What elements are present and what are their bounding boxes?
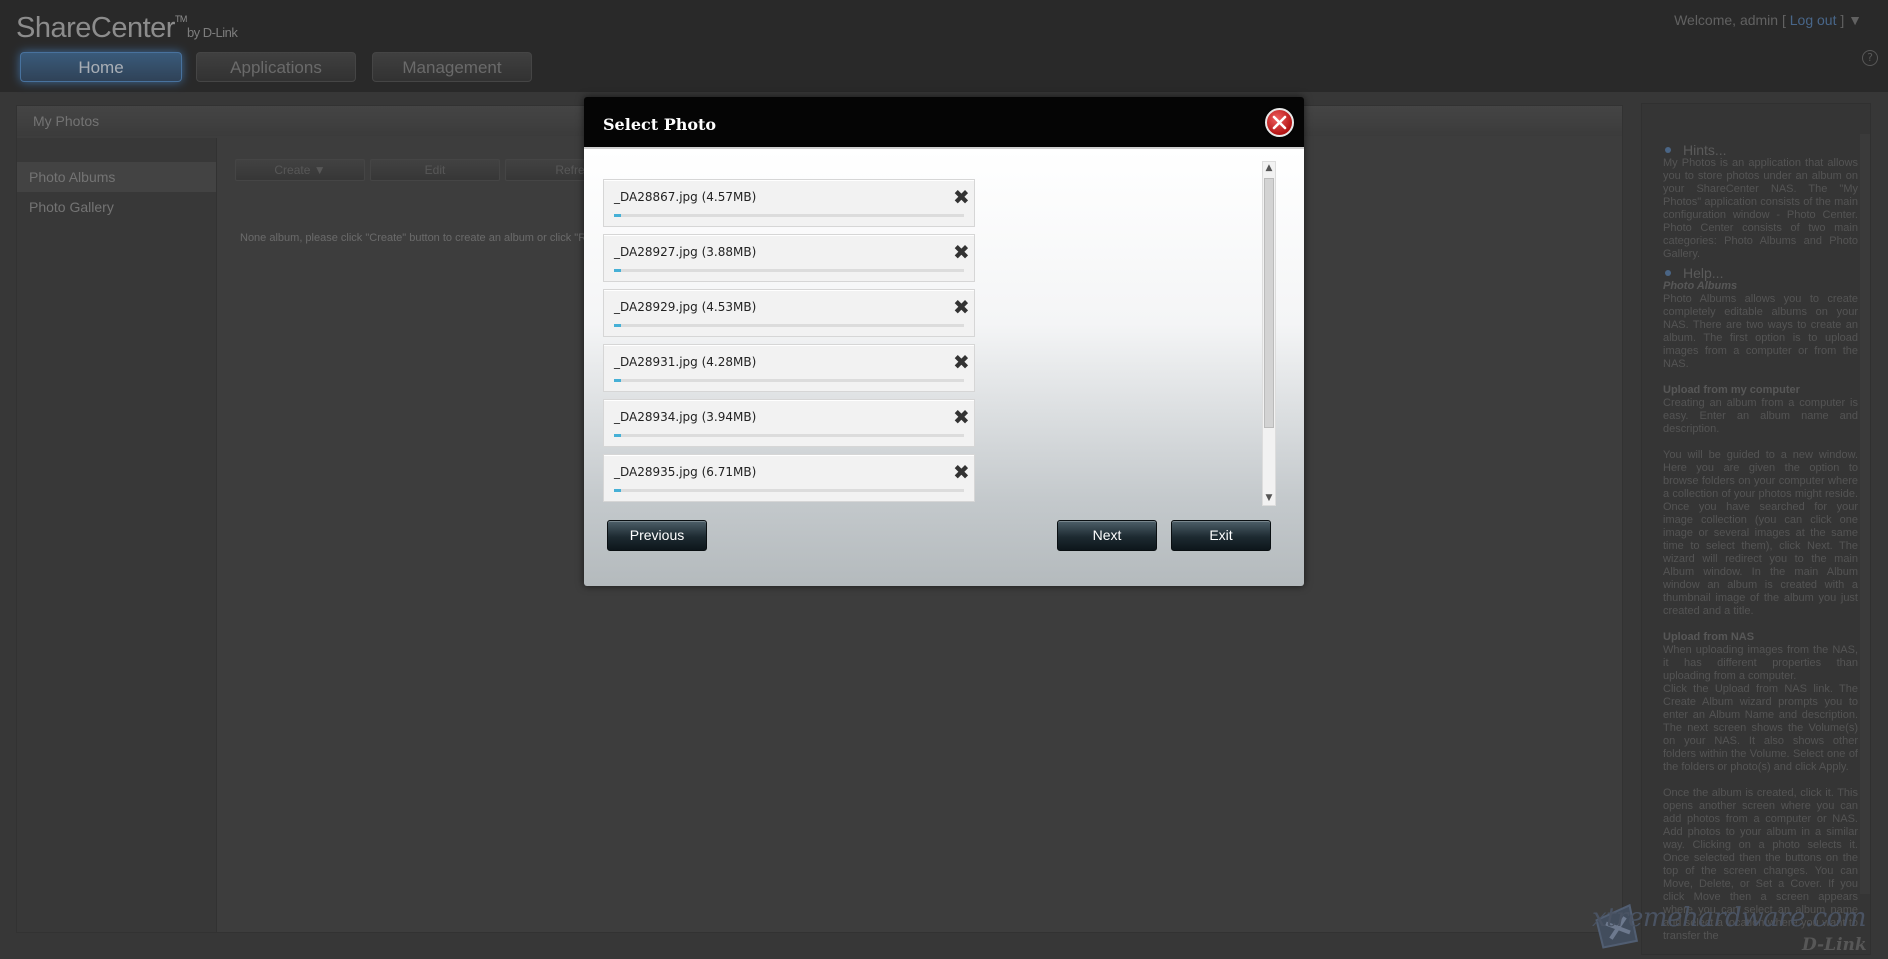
- upload-progress: [614, 214, 964, 217]
- upload-progress-fill: [614, 269, 621, 272]
- upload-progress-fill: [614, 324, 621, 327]
- upload-progress: [614, 379, 964, 382]
- scroll-down-icon[interactable]: ▼: [1263, 492, 1275, 505]
- upload-progress-fill: [614, 379, 621, 382]
- exit-button[interactable]: Exit: [1171, 520, 1271, 551]
- file-name: _DA28935.jpg (6.71MB): [614, 465, 757, 479]
- file-item: _DA28929.jpg (4.53MB) ✖: [603, 289, 975, 337]
- remove-file-icon[interactable]: ✖: [953, 297, 970, 317]
- scroll-up-icon[interactable]: ▲: [1263, 162, 1275, 175]
- remove-file-icon[interactable]: ✖: [953, 242, 970, 262]
- file-item: _DA28935.jpg (6.71MB) ✖: [603, 454, 975, 502]
- upload-progress: [614, 489, 964, 492]
- upload-progress: [614, 434, 964, 437]
- file-name: _DA28929.jpg (4.53MB): [614, 300, 757, 314]
- select-photo-dialog: Select Photo _DA28867.jpg (4.57MB) ✖ _DA…: [584, 97, 1304, 586]
- file-list-scrollbar[interactable]: ▲ ▼: [1262, 161, 1276, 506]
- close-icon: [1272, 115, 1287, 130]
- upload-progress-fill: [614, 214, 621, 217]
- upload-progress: [614, 324, 964, 327]
- remove-file-icon[interactable]: ✖: [953, 462, 970, 482]
- file-list: _DA28867.jpg (4.57MB) ✖ _DA28927.jpg (3.…: [603, 179, 975, 504]
- file-name: _DA28934.jpg (3.94MB): [614, 410, 757, 424]
- remove-file-icon[interactable]: ✖: [953, 407, 970, 427]
- scroll-thumb[interactable]: [1264, 178, 1274, 428]
- remove-file-icon[interactable]: ✖: [953, 187, 970, 207]
- file-item: _DA28931.jpg (4.28MB) ✖: [603, 344, 975, 392]
- upload-progress-fill: [614, 489, 621, 492]
- file-name: _DA28931.jpg (4.28MB): [614, 355, 757, 369]
- close-button[interactable]: [1265, 108, 1294, 137]
- file-item: _DA28867.jpg (4.57MB) ✖: [603, 179, 975, 227]
- previous-button[interactable]: Previous: [607, 520, 707, 551]
- dialog-title: Select Photo: [603, 115, 717, 134]
- next-button[interactable]: Next: [1057, 520, 1157, 551]
- file-name: _DA28927.jpg (3.88MB): [614, 245, 757, 259]
- file-name: _DA28867.jpg (4.57MB): [614, 190, 757, 204]
- upload-progress: [614, 269, 964, 272]
- upload-progress-fill: [614, 434, 621, 437]
- remove-file-icon[interactable]: ✖: [953, 352, 970, 372]
- file-item: _DA28934.jpg (3.94MB) ✖: [603, 399, 975, 447]
- dialog-header: Select Photo: [584, 97, 1304, 149]
- file-item: _DA28927.jpg (3.88MB) ✖: [603, 234, 975, 282]
- dialog-body: _DA28867.jpg (4.57MB) ✖ _DA28927.jpg (3.…: [584, 149, 1304, 586]
